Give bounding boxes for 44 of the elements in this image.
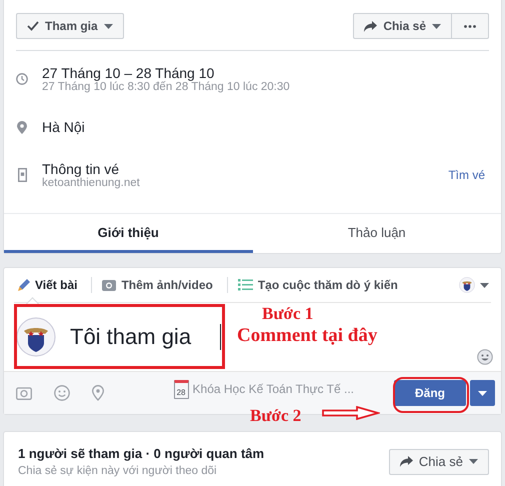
caret-icon	[104, 24, 113, 28]
check-icon	[27, 21, 39, 31]
composer-tab[interactable]: Tạo cuộc thăm dò ý kiến	[234, 268, 406, 302]
post-options-button[interactable]	[470, 380, 495, 406]
share-button[interactable]: Chia sẻ	[353, 13, 452, 39]
logo-icon	[16, 317, 56, 357]
location-pin-icon	[17, 120, 27, 134]
detail-subtitle: ketoanthienung.net	[42, 177, 141, 189]
annotation-note: Comment tại đây	[237, 325, 378, 347]
location-pin-icon[interactable]	[92, 385, 104, 401]
step-label: Bước 1	[262, 304, 314, 324]
comment-input[interactable]: Tôi tham gia	[70, 324, 221, 350]
more-button[interactable]	[452, 13, 489, 39]
detail-title: 27 Tháng 10 – 28 Tháng 10	[42, 65, 216, 81]
detail-title: Thông tin vé	[42, 161, 120, 177]
clock-icon	[16, 73, 28, 85]
caret-icon	[469, 459, 478, 464]
share-icon	[400, 456, 413, 467]
step-label: Bước 2	[250, 406, 302, 426]
share-icon	[364, 20, 378, 32]
share-button[interactable]: Chia sẻ	[388, 448, 489, 474]
ticket-icon	[18, 168, 26, 182]
camera-icon[interactable]	[16, 386, 32, 400]
caret-icon	[478, 390, 487, 396]
join-button[interactable]: Tham gia	[16, 13, 124, 39]
detail-title: Hà Nội	[42, 119, 86, 135]
share-hint: Chia sẻ sự kiện này với người theo dõi	[18, 465, 218, 477]
list-icon	[238, 279, 253, 291]
more-icon	[464, 24, 476, 28]
caret-icon	[480, 282, 489, 288]
composer-tab[interactable]: Thêm ảnh/video	[98, 268, 221, 302]
smiley-icon[interactable]	[477, 349, 493, 365]
pencil-icon	[18, 279, 30, 291]
tab[interactable]: Giới thiệu	[4, 213, 252, 253]
smiley-icon[interactable]	[54, 385, 70, 401]
camera-icon	[102, 279, 116, 291]
logo-icon	[459, 276, 475, 294]
tab[interactable]: Thảo luận	[252, 213, 501, 253]
detail-subtitle: 27 Tháng 10 lúc 8:30 đến 28 Tháng 10 lúc 20:30	[42, 81, 291, 93]
caret-icon	[432, 24, 441, 28]
post-button[interactable]: Đăng	[394, 380, 466, 406]
attendance-summary: 1 người sẽ tham gia · 0 người quan tâm	[18, 446, 266, 461]
find-tickets-link[interactable]: Tìm vé	[448, 168, 485, 182]
calendar-icon: 28	[174, 380, 189, 398]
